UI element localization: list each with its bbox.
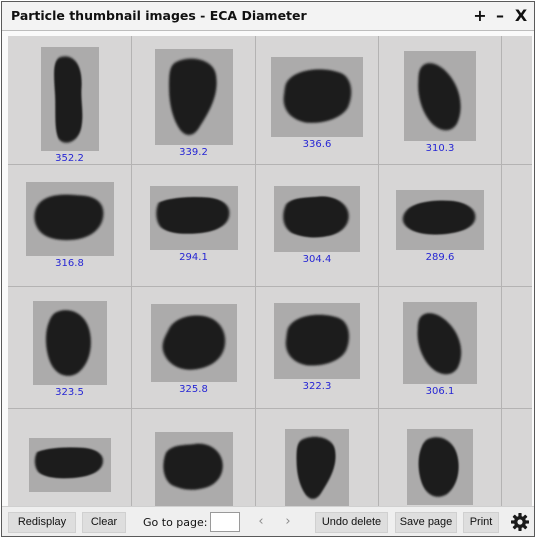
clear-button[interactable]: Clear: [82, 512, 126, 533]
thumbnail-cell[interactable]: [256, 409, 379, 506]
thumbnail-cell[interactable]: 339.2: [132, 36, 256, 165]
eca-diameter-value: 306.1: [425, 386, 455, 397]
thumbnail-cell[interactable]: 336.6: [256, 36, 379, 165]
particle-image[interactable]: [154, 49, 233, 145]
thumbnail-cell[interactable]: 310.3: [379, 36, 502, 165]
eca-diameter-value: 322.3: [302, 381, 332, 392]
empty-cell: [502, 36, 532, 165]
goto-page-input[interactable]: [210, 512, 240, 532]
print-button[interactable]: Print: [463, 512, 499, 533]
bottom-toolbar: Redisplay Clear Go to page: ‹ › Undo del…: [2, 506, 534, 536]
particle-image[interactable]: [274, 186, 360, 252]
minimize-button[interactable]: –: [491, 5, 509, 27]
empty-cell: [502, 165, 532, 287]
particle-image[interactable]: [150, 304, 237, 382]
particle-image[interactable]: [40, 47, 99, 151]
next-page-icon[interactable]: ›: [281, 514, 295, 530]
title-bar[interactable]: Particle thumbnail images - ECA Diameter…: [2, 2, 534, 31]
thumbnail-cell[interactable]: 352.2: [8, 36, 132, 165]
thumbnail-cell[interactable]: 289.6: [379, 165, 502, 287]
particle-image[interactable]: [403, 302, 477, 384]
empty-cell: [502, 287, 532, 409]
particle-image[interactable]: [396, 190, 484, 250]
thumbnail-cell[interactable]: 325.8: [132, 287, 256, 409]
eca-diameter-value: 352.2: [55, 153, 84, 164]
eca-diameter-value: 316.8: [55, 258, 84, 269]
undo-delete-button[interactable]: Undo delete: [315, 512, 388, 533]
particle-image[interactable]: [285, 429, 349, 506]
thumbnail-cell[interactable]: [379, 409, 502, 506]
thumbnail-cell[interactable]: 306.1: [379, 287, 502, 409]
eca-diameter-value: 325.8: [179, 384, 208, 395]
thumbnail-cell[interactable]: 304.4: [256, 165, 379, 287]
particle-image[interactable]: [407, 429, 473, 505]
eca-diameter-value: 304.4: [302, 254, 332, 265]
particle-image[interactable]: [149, 186, 238, 250]
redisplay-button[interactable]: Redisplay: [8, 512, 76, 533]
particle-image[interactable]: [28, 438, 111, 492]
previous-page-icon[interactable]: ‹: [254, 514, 268, 530]
particle-image[interactable]: [25, 182, 114, 256]
close-button[interactable]: X: [512, 5, 530, 27]
thumbnail-cell[interactable]: 316.8: [8, 165, 132, 287]
thumbnail-grid[interactable]: 352.2 339.2 336.6 310.3 316.8 294.1 304.4 289.6…: [8, 36, 532, 506]
thumbnail-cell[interactable]: [8, 409, 132, 506]
thumbnail-cell[interactable]: 322.3: [256, 287, 379, 409]
thumbnail-cell[interactable]: [132, 409, 256, 506]
eca-diameter-value: 289.6: [425, 252, 455, 263]
thumbnail-cell[interactable]: 294.1: [132, 165, 256, 287]
gear-icon[interactable]: [510, 512, 530, 532]
particle-image[interactable]: [271, 57, 363, 137]
thumbnail-window: Particle thumbnail images - ECA Diameter…: [1, 1, 535, 537]
empty-cell: [502, 409, 532, 506]
save-page-button[interactable]: Save page: [395, 512, 457, 533]
goto-page-label: Go to page:: [143, 516, 208, 529]
add-button[interactable]: +: [471, 5, 489, 27]
eca-diameter-value: 323.5: [55, 387, 84, 398]
particle-image[interactable]: [32, 301, 107, 385]
particle-image[interactable]: [154, 432, 233, 506]
eca-diameter-value: 336.6: [302, 139, 332, 150]
particle-image[interactable]: [274, 303, 360, 379]
eca-diameter-value: 339.2: [179, 147, 208, 158]
eca-diameter-value: 294.1: [179, 252, 208, 263]
thumbnail-cell[interactable]: 323.5: [8, 287, 132, 409]
eca-diameter-value: 310.3: [425, 143, 455, 154]
particle-image[interactable]: [404, 51, 476, 141]
window-title: Particle thumbnail images - ECA Diameter: [11, 8, 307, 23]
